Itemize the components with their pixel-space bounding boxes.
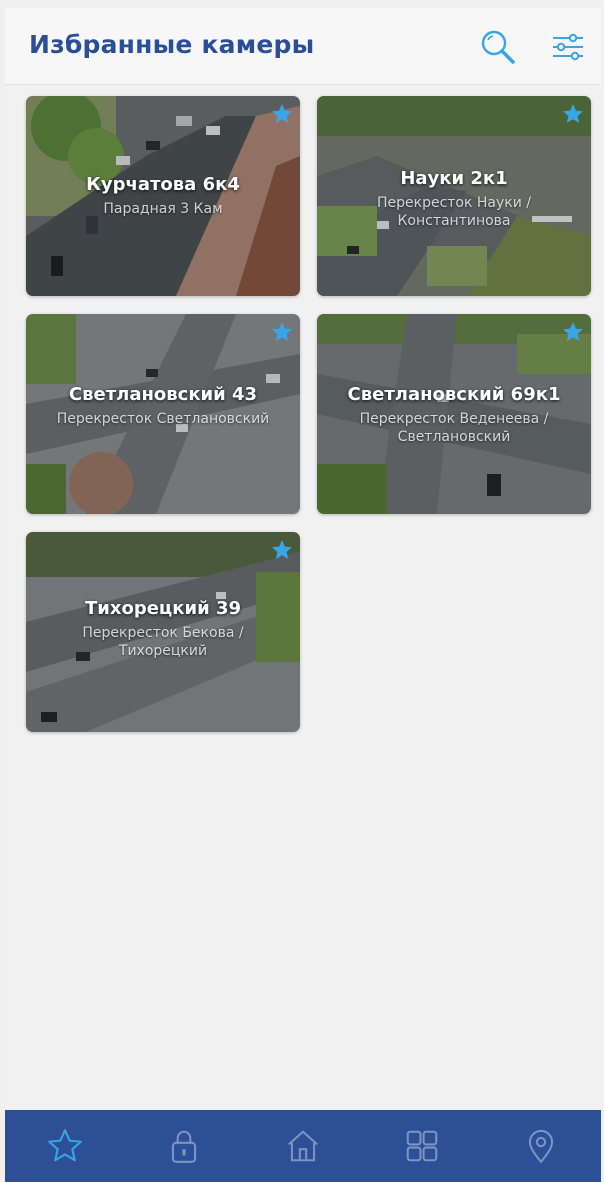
camera-card[interactable]: Науки 2к1 Перекресток Науки / Константин…	[317, 96, 591, 296]
favorite-star-icon[interactable]	[270, 320, 294, 344]
favorite-star-icon[interactable]	[270, 538, 294, 562]
camera-name: Науки 2к1	[400, 168, 508, 189]
camera-subtitle: Перекресток Веденеева / Светлановский	[359, 411, 549, 445]
favorite-star-icon[interactable]	[270, 102, 294, 126]
lock-icon	[171, 1130, 196, 1163]
camera-card[interactable]: Тихорецкий 39 Перекресток Бекова / Тихор…	[26, 532, 300, 732]
camera-name: Светлановский 43	[68, 384, 258, 405]
camera-card[interactable]: Светлановский 69к1 Перекресток Веденеева…	[317, 314, 591, 514]
camera-card[interactable]: Светлановский 43 Перекресток Светлановск…	[26, 314, 300, 514]
camera-subtitle: Перекресток Науки / Константинова	[376, 195, 532, 229]
grid-icon	[406, 1130, 438, 1162]
nav-lock[interactable]	[154, 1116, 214, 1176]
favorite-star-icon[interactable]	[561, 102, 585, 126]
star-icon	[47, 1129, 82, 1162]
camera-subtitle: Перекресток Бекова / Тихорецкий	[82, 625, 244, 659]
location-icon	[529, 1130, 554, 1163]
camera-name: Курчатова 6к4	[86, 174, 240, 195]
app-screen: Избранные камеры Курчатова 6к4 Парадная …	[5, 8, 601, 1182]
camera-subtitle: Перекресток Светлановский	[56, 411, 270, 427]
bottom-navigation	[5, 1110, 601, 1182]
camera-name: Тихорецкий 39	[84, 598, 242, 619]
favorite-star-icon[interactable]	[561, 320, 585, 344]
camera-subtitle: Парадная 3 Кам	[103, 201, 223, 217]
home-icon	[288, 1130, 318, 1162]
nav-grid[interactable]	[392, 1116, 452, 1176]
card-overlay	[26, 96, 300, 296]
camera-grid: Курчатова 6к4 Парадная 3 Кам Науки 2к1 П…	[5, 8, 601, 1108]
camera-name: Светлановский 69к1	[347, 384, 561, 405]
nav-location[interactable]	[511, 1116, 571, 1176]
camera-card[interactable]: Курчатова 6к4 Парадная 3 Кам	[26, 96, 300, 296]
nav-home[interactable]	[273, 1116, 333, 1176]
nav-favorites[interactable]	[35, 1116, 95, 1176]
